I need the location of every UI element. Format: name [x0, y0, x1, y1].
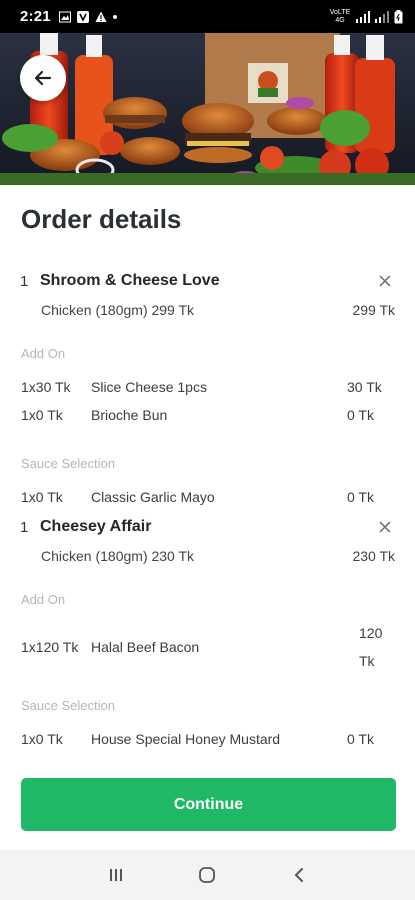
- addon-name: Brioche Bun: [91, 407, 168, 423]
- recents-button[interactable]: [104, 863, 128, 887]
- status-right: VoLTE 4G: [329, 9, 403, 25]
- addon-row: 1x30 Tk Slice Cheese 1pcs 30 Tk: [0, 373, 415, 401]
- restaurant-hero-image: [0, 33, 415, 185]
- system-nav-bar: [0, 850, 415, 900]
- item-name: Cheesey Affair: [40, 518, 152, 535]
- addon-name: House Special Honey Mustard: [91, 731, 281, 747]
- section-label: Add On: [21, 591, 66, 607]
- back-arrow-icon: [34, 70, 52, 86]
- order-details-sheet: Order details 1 Shroom & Cheese Love Chi…: [0, 185, 415, 850]
- section-label: Add On: [21, 345, 66, 361]
- close-icon[interactable]: [379, 521, 391, 533]
- addon-row: 1x0 Tk Brioche Bun 0 Tk: [0, 401, 415, 429]
- item-price: 230 Tk: [352, 548, 395, 564]
- back-icon: [294, 868, 304, 882]
- status-bar: 2:21 VoLTE 4G: [0, 0, 415, 33]
- item-variant: Chicken (180gm) 230 Tk: [41, 548, 195, 564]
- item-name: Shroom & Cheese Love: [40, 272, 220, 289]
- addon-qty: 1x30 Tk: [21, 379, 71, 395]
- addon-price: 0 Tk: [347, 407, 374, 423]
- addon-row: 1x0 Tk Classic Garlic Mayo 0 Tk: [0, 483, 415, 511]
- gallery-icon: [58, 11, 71, 22]
- home-icon: [199, 867, 216, 883]
- addon-name: Classic Garlic Mayo: [91, 489, 215, 505]
- addon-qty: 1x0 Tk: [21, 489, 63, 505]
- item-price: 299 Tk: [352, 302, 395, 318]
- home-button[interactable]: [195, 863, 219, 887]
- item-variant-row: Chicken (180gm) 230 Tk 230 Tk: [0, 543, 415, 569]
- signal-icon: [356, 10, 370, 23]
- order-item: 1 Cheesey Affair: [0, 511, 415, 543]
- order-list[interactable]: 1 Shroom & Cheese Love Chicken (180gm) 2…: [0, 265, 415, 775]
- signal-2-icon: [375, 10, 389, 23]
- order-item: 1 Shroom & Cheese Love: [0, 265, 415, 297]
- v-app-icon: [76, 10, 89, 23]
- addon-price: 120 Tk: [359, 625, 383, 669]
- recents-icon: [109, 869, 122, 881]
- section-label: Sauce Selection: [21, 455, 115, 471]
- network-label: VoLTE 4G: [329, 8, 351, 24]
- addon-row: 1x0 Tk House Special Honey Mustard 0 Tk: [0, 725, 415, 753]
- nav-back-button[interactable]: [287, 863, 311, 887]
- warning-icon: [95, 11, 107, 22]
- page-title: Order details: [21, 204, 182, 234]
- addon-price: 30 Tk: [347, 379, 382, 395]
- burger-photo: [0, 33, 415, 185]
- item-quantity: 1: [20, 272, 29, 290]
- item-variant-row: Chicken (180gm) 299 Tk 299 Tk: [0, 297, 415, 323]
- battery-icon: [394, 9, 403, 23]
- item-variant: Chicken (180gm) 299 Tk: [41, 302, 195, 318]
- item-quantity: 1: [20, 518, 29, 536]
- notification-icons: [58, 10, 117, 23]
- addon-price: 0 Tk: [347, 731, 374, 747]
- addon-name: Halal Beef Bacon: [91, 639, 200, 655]
- addon-qty: 1x0 Tk: [21, 731, 63, 747]
- addon-name: Slice Cheese 1pcs: [91, 379, 207, 395]
- back-button[interactable]: [20, 55, 66, 101]
- more-notifications-icon: [112, 14, 117, 19]
- close-icon[interactable]: [379, 275, 391, 287]
- status-time: 2:21: [20, 8, 51, 25]
- addon-row: 1x120 Tk Halal Beef Bacon 120 Tk: [0, 619, 415, 675]
- section-label: Sauce Selection: [21, 697, 115, 713]
- addon-price: 0 Tk: [347, 489, 374, 505]
- addon-qty: 1x120 Tk: [21, 639, 79, 655]
- continue-button[interactable]: Continue: [21, 778, 396, 831]
- addon-qty: 1x0 Tk: [21, 407, 63, 423]
